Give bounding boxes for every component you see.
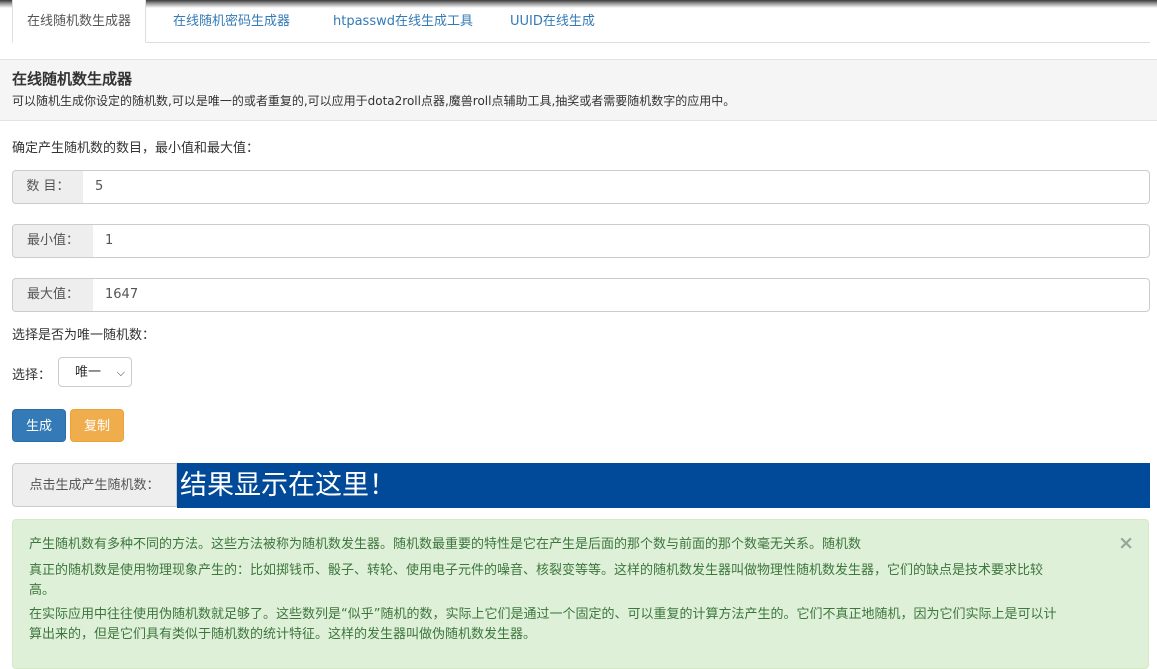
- tab-random-password[interactable]: 在线随机密码生成器: [173, 0, 290, 42]
- select-label: 选择：: [12, 368, 52, 383]
- result-label: 点击生成产生随机数：: [12, 463, 177, 507]
- min-input-group: 最小值： 1: [12, 224, 1150, 258]
- chevron-down-icon: ⌵: [116, 366, 125, 379]
- unique-select[interactable]: 唯一 ⌵: [58, 357, 132, 387]
- close-icon[interactable]: ×: [1118, 534, 1134, 553]
- info-paragraph: 高。: [29, 583, 56, 598]
- copy-button[interactable]: 复制: [70, 409, 124, 442]
- max-input-group: 最大值： 1647: [12, 278, 1150, 312]
- info-paragraph: 产生随机数有多种不同的方法。这些方法被称为随机数发生器。随机数最重要的特性是它在…: [29, 537, 862, 552]
- tab-random-number[interactable]: 在线随机数生成器: [12, 0, 147, 43]
- info-paragraph: 在实际应用中往往使用伪随机数就足够了。这些数列是“似乎”随机的数，实际上它们是通…: [29, 607, 1057, 622]
- page-title: 在线随机数生成器: [12, 70, 133, 88]
- tool-tabs: 在线随机数生成器 在线随机密码生成器 htpasswd在线生成工具 UUID在线…: [12, 0, 1150, 43]
- page-description: 可以随机生成你设定的随机数,可以是唯一的或者重复的,可以应用于dota2roll…: [12, 94, 736, 108]
- max-input[interactable]: 1647: [93, 278, 1150, 312]
- info-paragraph: 真正的随机数是使用物理现象产生的：比如掷钱币、骰子、转轮、使用电子元件的噪音、核…: [29, 563, 1044, 578]
- tab-htpasswd[interactable]: htpasswd在线生成工具: [333, 0, 473, 42]
- min-input[interactable]: 1: [93, 224, 1150, 258]
- info-paragraph: 算出来的，但是它们具有类似于随机数的统计特征。这样的发生器叫做伪随机数发生器。: [29, 627, 537, 642]
- unique-prompt: 选择是否为唯一随机数：: [12, 328, 156, 343]
- count-label: 数 目：: [12, 170, 84, 204]
- count-input-group: 数 目： 5: [12, 170, 1150, 204]
- count-input[interactable]: 5: [83, 170, 1150, 204]
- result-output[interactable]: 结果显示在这里！: [177, 463, 1150, 508]
- generate-button[interactable]: 生成: [12, 409, 66, 442]
- min-label: 最小值：: [12, 224, 94, 258]
- tab-uuid[interactable]: UUID在线生成: [510, 0, 595, 42]
- info-alert: × 产生随机数有多种不同的方法。这些方法被称为随机数发生器。随机数最重要的特性是…: [12, 519, 1149, 669]
- result-group: 点击生成产生随机数： 结果显示在这里！: [12, 463, 1150, 508]
- max-label: 最大值：: [12, 278, 94, 312]
- select-value: 唯一: [75, 365, 102, 380]
- form-intro: 确定产生随机数的数目，最小值和最大值：: [12, 141, 260, 156]
- panel-heading: 在线随机数生成器 可以随机生成你设定的随机数,可以是唯一的或者重复的,可以应用于…: [0, 59, 1157, 121]
